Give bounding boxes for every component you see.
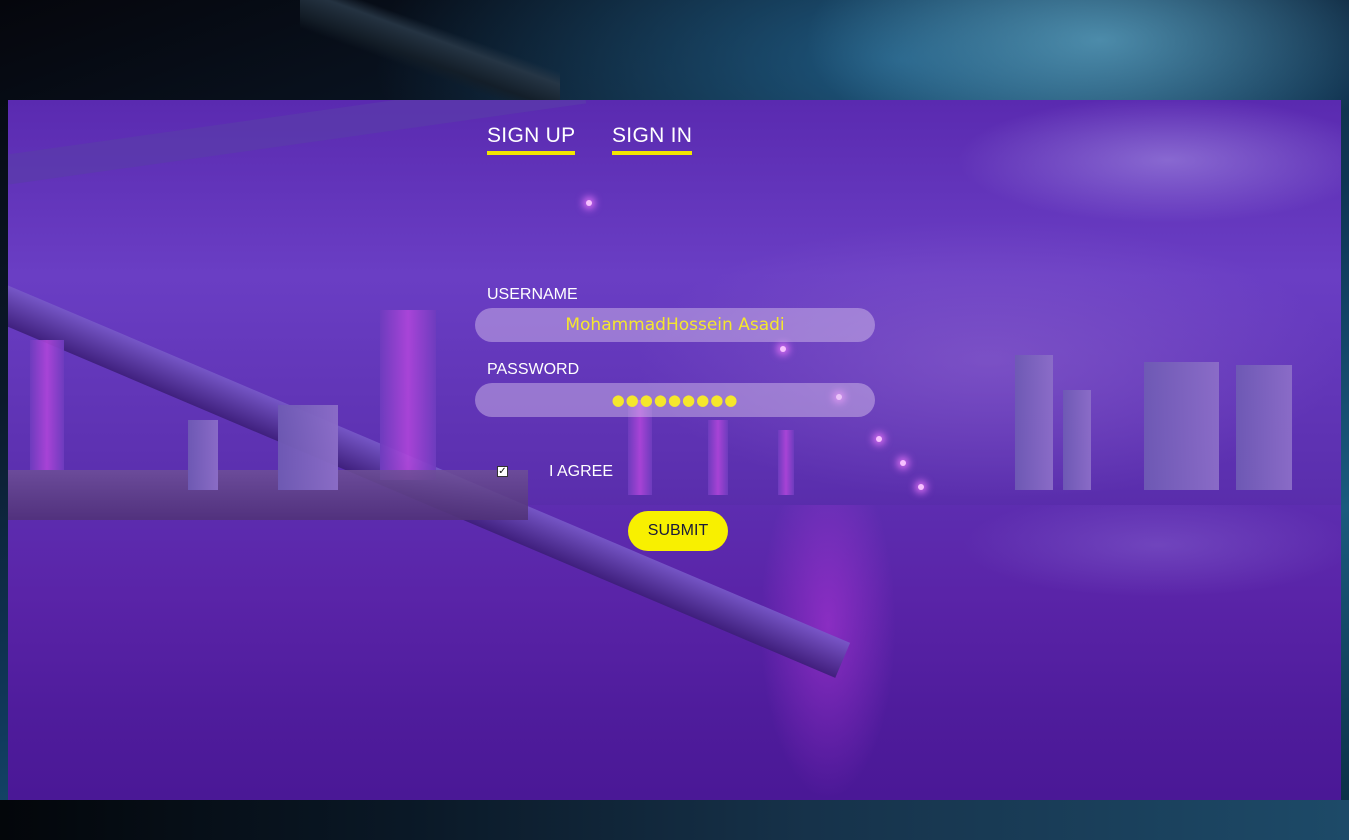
username-label: USERNAME [487,286,578,303]
skyline-tower [1236,365,1292,490]
tab-sign-up[interactable]: SIGN UP [487,124,576,155]
skyline-tower [1015,355,1053,490]
submit-button[interactable]: SUBMIT [628,511,728,551]
skyline-tower [278,405,338,490]
background-bottom-strip [0,800,1349,840]
skyline-tower [1063,390,1091,490]
bridge-pillar [380,310,436,480]
password-label: PASSWORD [487,361,580,378]
username-input[interactable]: MohammadHossein Asadi [475,308,875,342]
bridge-pillar [30,340,64,470]
bridge-pier [8,470,528,520]
bridge-pillar [778,430,794,495]
checkmark-icon: ✓ [498,465,507,477]
skyline-tower [188,420,218,490]
skyline-tower [1144,362,1219,490]
agree-checkbox[interactable]: ✓ [497,466,508,477]
bridge-light [918,484,924,490]
panel-sky-glow [568,100,1341,500]
agree-label: I AGREE [549,463,614,480]
bridge-light [780,346,786,352]
tab-sign-in[interactable]: SIGN IN [612,124,693,155]
bridge-light [586,200,592,206]
login-panel [8,100,1341,800]
bridge-pillar [708,420,728,495]
bridge-light [900,460,906,466]
password-input[interactable]: ●●●●●●●●● [475,383,875,417]
bridge-light [876,436,882,442]
